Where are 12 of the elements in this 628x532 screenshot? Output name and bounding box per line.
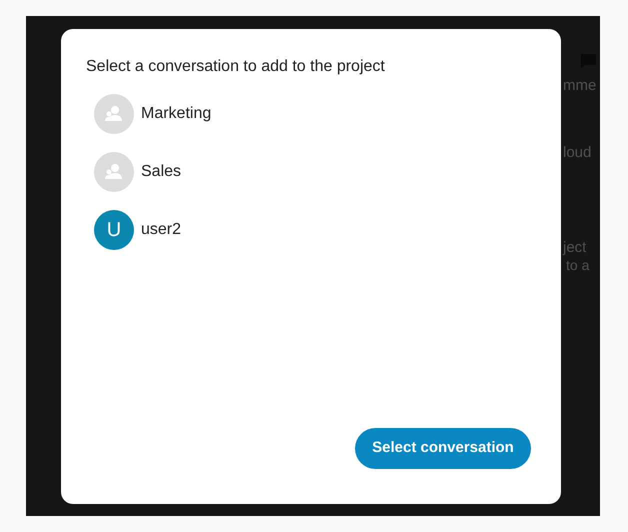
- background-text: loud: [563, 143, 592, 163]
- select-conversation-button[interactable]: Select conversation: [355, 428, 531, 469]
- group-avatar: [94, 94, 134, 134]
- background-text: ject: [563, 238, 586, 258]
- conversation-name[interactable]: Sales: [141, 160, 182, 184]
- dialog-title: Select a conversation to add to the project: [86, 57, 386, 77]
- background-text: mme: [563, 76, 596, 96]
- conversation-name[interactable]: Marketing: [141, 102, 212, 126]
- group-avatar: [94, 152, 134, 192]
- conversation-name[interactable]: user2: [141, 218, 182, 242]
- user-avatar: U: [94, 210, 134, 250]
- background-text: to a: [566, 256, 590, 275]
